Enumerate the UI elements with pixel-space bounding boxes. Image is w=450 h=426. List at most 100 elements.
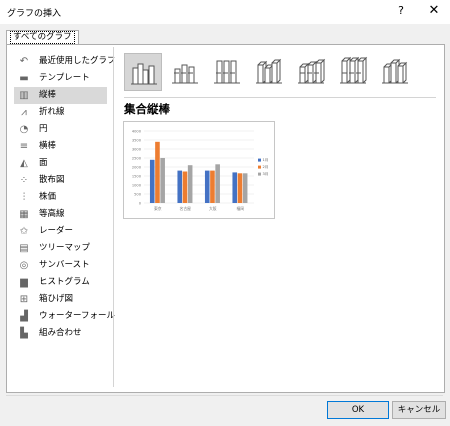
3d-stacked-column-button[interactable] xyxy=(292,53,330,91)
waterfall-chart-icon: ▟ xyxy=(20,311,28,322)
y-tick-label: 500 xyxy=(134,193,142,197)
sidebar-item-treemap-chart[interactable]: ▤ ツリーマップ xyxy=(14,240,107,257)
3d-stacked-column-icon xyxy=(298,58,326,84)
legend-label: 1月 xyxy=(263,157,269,162)
legend-label: 3月 xyxy=(263,171,269,176)
sidebar-item-label: レーダー xyxy=(39,226,74,236)
pie-chart-icon: ◔ xyxy=(19,124,29,135)
sidebar-item-folder[interactable]: ▬ テンプレート xyxy=(14,70,107,87)
stock-chart-icon: ⫶ xyxy=(22,192,26,203)
clustered-column-button[interactable] xyxy=(124,53,162,91)
sidebar-item-label: 株価 xyxy=(39,192,57,202)
y-tick-label: 1500 xyxy=(132,175,142,179)
close-button[interactable]: ✕ xyxy=(425,2,443,20)
sidebar-item-pie-chart[interactable]: ◔ 円 xyxy=(14,121,107,138)
y-tick-label: 0 xyxy=(139,202,142,206)
sidebar-item-label: 円 xyxy=(39,124,48,134)
sidebar-item-radar-chart[interactable]: ✩ レーダー xyxy=(14,223,107,240)
area-chart-icon: ◭ xyxy=(20,158,28,169)
line-chart-icon: ⩘ xyxy=(21,107,27,118)
sidebar-item-label: サンバースト xyxy=(39,260,90,270)
separator xyxy=(124,97,436,98)
sidebar-item-label: 面 xyxy=(39,158,48,168)
bar-2-4 xyxy=(237,173,243,203)
sidebar-item-label: 散布図 xyxy=(39,175,65,185)
x-category-label: 大阪 xyxy=(209,206,217,211)
x-category-label: 名古屋 xyxy=(180,206,192,211)
tab-all-charts[interactable]: すべてのグラフ xyxy=(6,30,79,44)
y-tick-label: 2500 xyxy=(132,157,142,161)
legend-marker xyxy=(258,172,261,176)
bar-3-2 xyxy=(187,165,193,203)
sidebar-item-surface-chart[interactable]: ▦ 等高線 xyxy=(14,206,107,223)
chart-subtype-name: 集合縦棒 xyxy=(124,102,170,116)
sidebar-item-label: 縦棒 xyxy=(39,90,57,100)
y-tick-label: 1000 xyxy=(132,184,142,188)
sidebar-item-box-whisker-chart[interactable]: ⊞ 箱ひげ図 xyxy=(14,291,107,308)
sidebar-item-area-chart[interactable]: ◭ 面 xyxy=(14,155,107,172)
3d-clustered-column-icon xyxy=(256,58,282,84)
3d-100-stacked-column-icon xyxy=(340,56,368,84)
sidebar-item-sunburst-chart[interactable]: ◎ サンバースト xyxy=(14,257,107,274)
sidebar-item-bar-chart[interactable]: ≡ 横棒 xyxy=(14,138,107,155)
title-bar: グラフの挿入 ? ✕ xyxy=(0,0,450,24)
bar-2-2 xyxy=(182,171,188,203)
tab-all-charts-label: すべてのグラフ xyxy=(10,31,75,44)
treemap-chart-icon: ▤ xyxy=(19,243,29,254)
sidebar-item-combo-chart[interactable]: ▙ 組み合わせ xyxy=(14,325,107,342)
100-stacked-column-button[interactable] xyxy=(208,53,246,91)
3d-clustered-column-button[interactable] xyxy=(250,53,288,91)
x-category-label: 福岡 xyxy=(236,206,244,211)
surface-chart-icon: ▦ xyxy=(19,209,29,220)
stacked-column-icon xyxy=(172,64,198,84)
y-tick-label: 3000 xyxy=(132,148,142,152)
bar-2-1 xyxy=(155,141,160,203)
bar-3-1 xyxy=(160,158,165,203)
histogram-chart-icon: ▆ xyxy=(20,277,28,288)
3d-column-button[interactable] xyxy=(376,53,414,91)
bar-1-3 xyxy=(204,170,210,203)
clustered-column-icon xyxy=(131,63,157,85)
bar-1-1 xyxy=(149,159,155,203)
bar-1-4 xyxy=(232,172,238,203)
stacked-column-button[interactable] xyxy=(166,53,204,91)
cancel-button[interactable]: キャンセル xyxy=(392,401,446,419)
sidebar-item-stock-chart[interactable]: ⫶ 株価 xyxy=(14,189,107,206)
sidebar-item-line-chart[interactable]: ⩘ 折れ線 xyxy=(14,104,107,121)
legend-marker xyxy=(258,158,261,162)
legend-marker xyxy=(258,165,261,169)
sidebar-item-label: ヒストグラム xyxy=(39,277,90,287)
box-whisker-chart-icon: ⊞ xyxy=(19,294,29,305)
combo-chart-icon: ▙ xyxy=(20,328,28,339)
radar-chart-icon: ✩ xyxy=(19,226,29,237)
dialog-title: グラフの挿入 xyxy=(7,9,62,19)
sidebar-item-label: 横棒 xyxy=(39,141,57,151)
bar-1-2 xyxy=(177,170,183,203)
chart-type-list: ↶ 最近使用したグラフ ▬ テンプレート ▥ 縦棒 ⩘ 折れ線 ◔ 円 ≡ 横棒 ◭ 面 ⁘ 散布図 ⫶ 株価 ▦ 等… xyxy=(14,53,116,342)
folder-icon: ▬ xyxy=(19,73,29,84)
y-tick-label: 4000 xyxy=(132,130,142,134)
sidebar-item-label: 箱ひげ図 xyxy=(39,294,74,304)
sidebar-item-scatter-chart[interactable]: ⁘ 散布図 xyxy=(14,172,107,189)
help-button[interactable]: ? xyxy=(392,2,410,20)
undo-arrow-icon: ↶ xyxy=(19,56,29,67)
sidebar-item-waterfall-chart[interactable]: ▟ ウォーターフォール xyxy=(14,308,115,325)
sidebar-item-label: 最近使用したグラフ xyxy=(39,56,116,66)
sidebar-item-undo-arrow[interactable]: ↶ 最近使用したグラフ xyxy=(14,53,116,70)
chart-preview[interactable]: 4000 3500 3000 2500 2000 1500 1000 500 0 東京 名古屋 大阪 福… xyxy=(123,121,275,219)
y-tick-label: 2000 xyxy=(132,166,142,170)
bar-3-4 xyxy=(242,173,248,203)
3d-100-stacked-column-button[interactable] xyxy=(334,53,372,91)
sidebar-item-label: 折れ線 xyxy=(39,107,65,117)
ok-button[interactable]: OK xyxy=(327,401,389,419)
sunburst-chart-icon: ◎ xyxy=(19,260,29,271)
bar-2-3 xyxy=(210,170,215,203)
sidebar-item-histogram-chart[interactable]: ▆ ヒストグラム xyxy=(14,274,107,291)
scatter-chart-icon: ⁘ xyxy=(19,175,29,186)
sidebar-item-column-chart[interactable]: ▥ 縦棒 xyxy=(14,87,107,104)
sidebar-item-label: ウォーターフォール xyxy=(39,311,115,321)
bar-3-3 xyxy=(215,164,220,203)
y-tick-label: 3500 xyxy=(132,139,142,143)
preview-chart-svg: 4000 3500 3000 2500 2000 1500 1000 500 0 東京 名古屋 大阪 福… xyxy=(132,130,269,212)
bar-chart-icon: ≡ xyxy=(19,141,29,152)
